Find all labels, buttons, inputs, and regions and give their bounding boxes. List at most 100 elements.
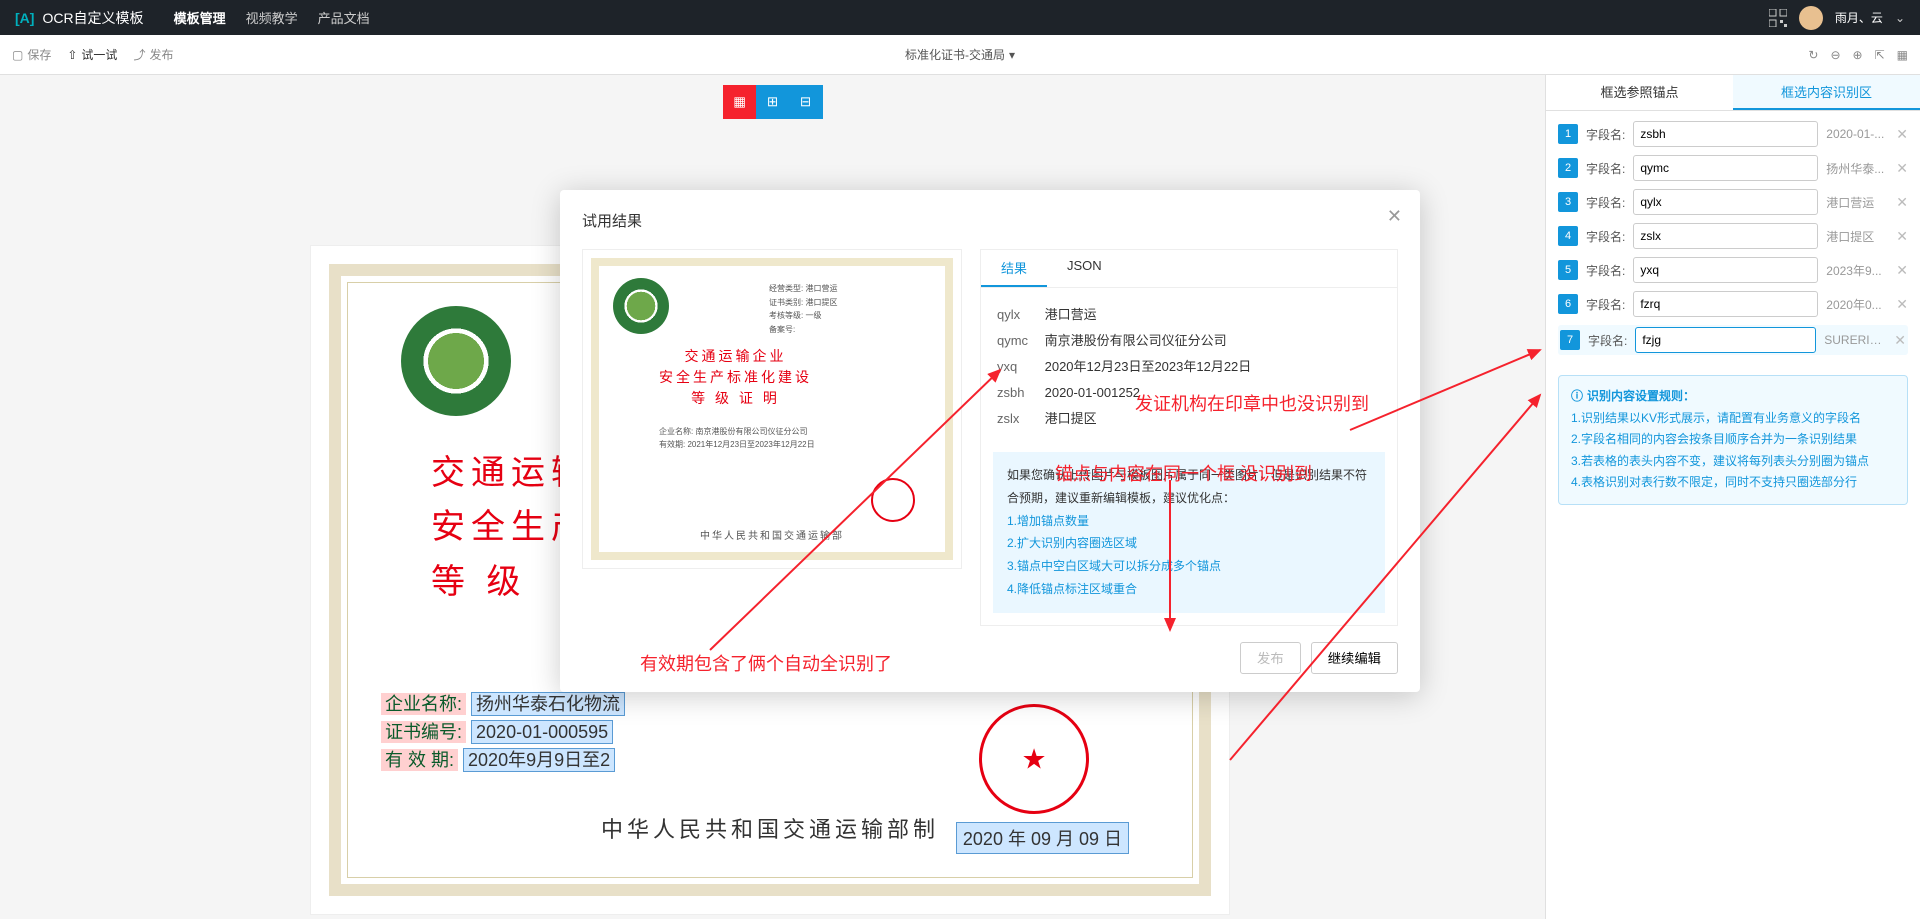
refresh-icon[interactable]: ↻ xyxy=(1808,48,1818,62)
result-row: yxq 2020年12月23日至2023年12月22日 xyxy=(997,354,1381,380)
field-value-preview: SURERING xyxy=(1824,333,1886,347)
trial-result-modal: 试用结果 ✕ 交通运输企业 安全生产标准化建设 等 级 证 明 经营类型: 港口… xyxy=(560,190,1420,692)
close-icon[interactable]: ✕ xyxy=(1387,206,1402,227)
chevron-down-icon[interactable]: ⌄ xyxy=(1895,11,1905,25)
zoom-in-icon[interactable]: ⊕ xyxy=(1853,48,1863,62)
field-row[interactable]: 5 字段名: 2023年9... ✕ xyxy=(1558,257,1908,283)
field-value-preview: 2020-01-... xyxy=(1826,127,1888,141)
rules-box: ⓘ识别内容设置规则： 1.识别结果以KV形式展示，请配置有业务意义的字段名2.字… xyxy=(1558,375,1908,505)
field-value-preview: 2020年0... xyxy=(1826,296,1888,313)
field-label: 字段名: xyxy=(1586,262,1625,279)
tip-item: 4.降低锚点标注区域重合 xyxy=(1007,578,1371,601)
field-label: 字段名: xyxy=(1586,126,1625,143)
rule-item: 4.表格识别对表行数不限定，同时不支持只圈选部分行 xyxy=(1571,472,1895,494)
tab-content[interactable]: 框选内容识别区 xyxy=(1733,75,1920,110)
field-row[interactable]: 6 字段名: 2020年0... ✕ xyxy=(1558,291,1908,317)
modal-continue-button[interactable]: 继续编辑 xyxy=(1311,642,1398,674)
tip-item: 3.锚点中空白区域大可以拆分成多个锚点 xyxy=(1007,555,1371,578)
qr-icon[interactable] xyxy=(1769,9,1787,27)
delete-field-icon[interactable]: ✕ xyxy=(1896,262,1908,279)
field-label: 字段名: xyxy=(1586,228,1625,245)
field-name-input[interactable] xyxy=(1633,257,1818,283)
zoom-out-icon[interactable]: ⊖ xyxy=(1830,48,1840,62)
publish-button[interactable]: ⤴发布 xyxy=(133,46,173,63)
result-row: qymc 南京港股份有限公司仪征分公司 xyxy=(997,328,1381,354)
rule-item: 3.若表格的表头内容不变，建议将每列表头分别圈为锚点 xyxy=(1571,451,1895,473)
result-tab-result[interactable]: 结果 xyxy=(981,250,1047,287)
result-row: zslx 港口提区 xyxy=(997,406,1381,432)
field-value-preview: 扬州华泰... xyxy=(1826,160,1888,177)
field-index: 3 xyxy=(1558,192,1578,212)
nav-product-docs[interactable]: 产品文档 xyxy=(318,8,370,27)
app-bar: [A] OCR自定义模板 模板管理 视频教学 产品文档 雨月、云 ⌄ xyxy=(0,0,1920,35)
field-row[interactable]: 3字段名:港口营运✕ xyxy=(1558,189,1908,215)
upload-icon: ⇧ xyxy=(67,48,77,62)
save-button[interactable]: ▢保存 xyxy=(12,46,51,63)
field-row[interactable]: 1 字段名: 2020-01-... ✕ xyxy=(1558,121,1908,147)
mode-rect-button[interactable]: ▦ xyxy=(723,85,757,119)
field-name-input[interactable] xyxy=(1633,291,1818,317)
delete-field-icon[interactable]: ✕ xyxy=(1896,228,1908,245)
field-row[interactable]: 2 字段名: 扬州华泰... ✕ xyxy=(1558,155,1908,181)
mode-table-button[interactable]: ⊞ xyxy=(756,85,790,119)
rule-item: 2.字段名相同的内容会按条目顺序合并为一条识别结果 xyxy=(1571,429,1895,451)
certificate-fields: 企业名称: 扬州华泰石化物流 证书编号: 2020-01-000595 有 效 … xyxy=(381,690,625,774)
field-index: 5 xyxy=(1558,260,1578,280)
field-name-input[interactable] xyxy=(1633,189,1818,215)
nav-video-tutorial[interactable]: 视频教学 xyxy=(246,8,298,27)
send-icon: ⤴ xyxy=(133,46,145,63)
delete-field-icon[interactable]: ✕ xyxy=(1896,296,1908,313)
field-name-input[interactable] xyxy=(1635,327,1816,353)
tip-item: 2.扩大识别内容圈选区域 xyxy=(1007,532,1371,555)
field-index: 7 xyxy=(1560,330,1580,350)
field-index: 1 xyxy=(1558,124,1578,144)
avatar[interactable] xyxy=(1799,6,1823,30)
field-index: 4 xyxy=(1558,226,1578,246)
modal-publish-button[interactable]: 发布 xyxy=(1240,642,1301,674)
delete-field-icon[interactable]: ✕ xyxy=(1896,194,1908,211)
modal-preview-image: 交通运输企业 安全生产标准化建设 等 级 证 明 经营类型: 港口营运 证书类别… xyxy=(582,249,962,569)
grid-icon[interactable]: ▦ xyxy=(1897,48,1908,62)
mode-col-button[interactable]: ⊟ xyxy=(789,85,823,119)
save-icon: ▢ xyxy=(12,48,23,62)
logo-icon: [A] xyxy=(15,10,34,26)
delete-field-icon[interactable]: ✕ xyxy=(1894,332,1906,349)
username[interactable]: 雨月、云 xyxy=(1835,9,1883,26)
result-row: zsbh 2020-01-001252 xyxy=(997,380,1381,406)
fields-list: 1 字段名: 2020-01-... ✕ 2 字段名: 扬州华泰... ✕ 3 字段名: 港口营运 ✕… xyxy=(1546,111,1920,365)
field-label: 字段名: xyxy=(1588,332,1627,349)
field-label: 字段名: xyxy=(1586,296,1625,313)
tips-box: 如果您确认上传图片与模板图片属于同一类图片，但是识别结果不符合预期，建议重新编辑… xyxy=(993,452,1385,613)
mode-bar: ▦ ⊞ ⊟ xyxy=(723,85,823,119)
field-row[interactable]: 7 字段名: SURERING ✕ xyxy=(1558,325,1908,355)
nav-template-mgmt[interactable]: 模板管理 xyxy=(174,8,226,27)
result-row: qylx 港口营运 xyxy=(997,302,1381,328)
field-name-input[interactable] xyxy=(1633,155,1818,181)
field-name-input[interactable] xyxy=(1633,121,1818,147)
fit-icon[interactable]: ⇱ xyxy=(1875,48,1885,62)
field-row[interactable]: 4 字段名: 港口提区 ✕ xyxy=(1558,223,1908,249)
delete-field-icon[interactable]: ✕ xyxy=(1896,126,1908,143)
info-icon: ⓘ xyxy=(1571,386,1583,408)
try-button[interactable]: ⇧试一试 xyxy=(67,46,117,63)
field-value-preview: 2023年9... xyxy=(1826,262,1888,279)
tip-item: 1.增加锚点数量 xyxy=(1007,510,1371,533)
document-title[interactable]: 标准化证书-交通局▾ xyxy=(905,46,1015,63)
field-label: 字段名: xyxy=(1586,160,1625,177)
sidebar: 框选参照锚点 框选内容识别区 1 字段名: 2020-01-... ✕ 2 字段名: 扬州华… xyxy=(1545,75,1920,919)
field-index: 6 xyxy=(1558,294,1578,314)
field-name-input[interactable] xyxy=(1633,223,1818,249)
caret-down-icon: ▾ xyxy=(1009,48,1015,62)
result-list: qylx 港口营运qymc 南京港股份有限公司仪征分公司yxq 2020年12月… xyxy=(981,288,1397,446)
field-value-preview: 港口营运 xyxy=(1826,194,1888,211)
field-value-preview: 港口提区 xyxy=(1826,228,1888,245)
red-stamp-icon xyxy=(979,704,1089,814)
tab-anchor[interactable]: 框选参照锚点 xyxy=(1546,75,1733,110)
green-seal-icon xyxy=(401,306,511,416)
result-tab-json[interactable]: JSON xyxy=(1047,250,1122,287)
delete-field-icon[interactable]: ✕ xyxy=(1896,160,1908,177)
issue-date-box: 2020 年 09 月 09 日 xyxy=(956,822,1129,854)
field-index: 2 xyxy=(1558,158,1578,178)
rule-item: 1.识别结果以KV形式展示，请配置有业务意义的字段名 xyxy=(1571,408,1895,430)
toolbar: ▢保存 ⇧试一试 ⤴发布 标准化证书-交通局▾ ↻ ⊖ ⊕ ⇱ ▦ xyxy=(0,35,1920,75)
